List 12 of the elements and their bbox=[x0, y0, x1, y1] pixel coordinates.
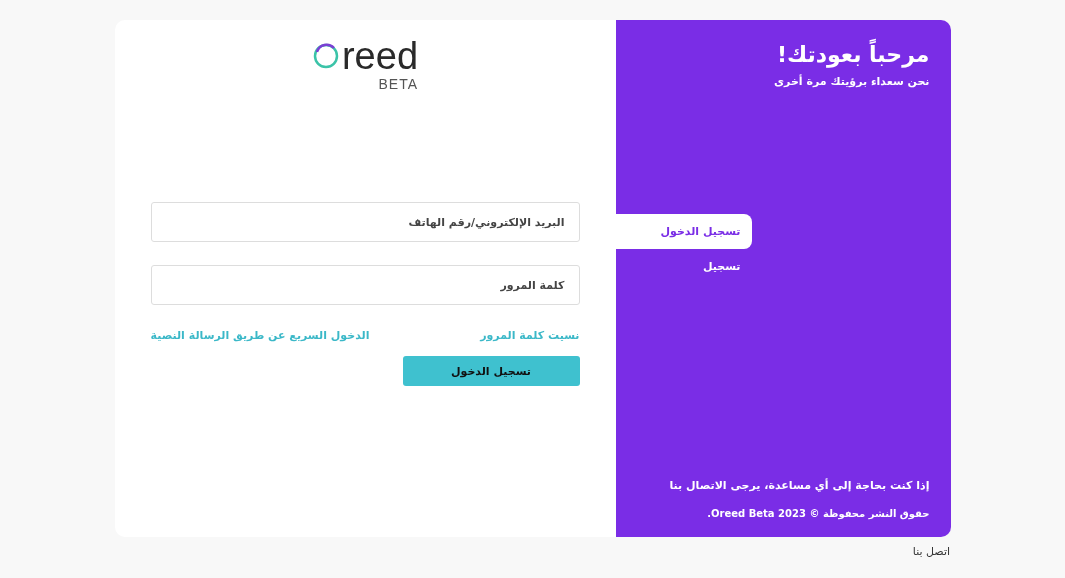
auth-tab[interactable]: تسجيل الدخول bbox=[615, 214, 752, 249]
auth-tab[interactable]: تسجيل bbox=[615, 249, 752, 284]
password-field[interactable]: كلمة المرور bbox=[150, 265, 580, 305]
logo-tag: BETA bbox=[378, 76, 419, 92]
login-button[interactable]: تسجيل الدخول bbox=[402, 356, 580, 386]
contact-link[interactable]: اتصل بنا bbox=[912, 545, 950, 558]
logo-wordmark: reed bbox=[341, 36, 419, 76]
copyright-text: حقوق النشر محفوظة © 2023 Oreed Beta. bbox=[706, 508, 930, 519]
login-field[interactable]: البريد الإلكتروني/رقم الهاتف bbox=[150, 202, 580, 242]
logo-ring-icon bbox=[311, 42, 340, 70]
welcome-subtitle: نحن سعداء برؤيتك مرة أخرى bbox=[773, 75, 930, 88]
help-text: إذا كنت بحاجة إلى أي مساعدة، يرجى الاتصال بنا bbox=[668, 479, 930, 492]
